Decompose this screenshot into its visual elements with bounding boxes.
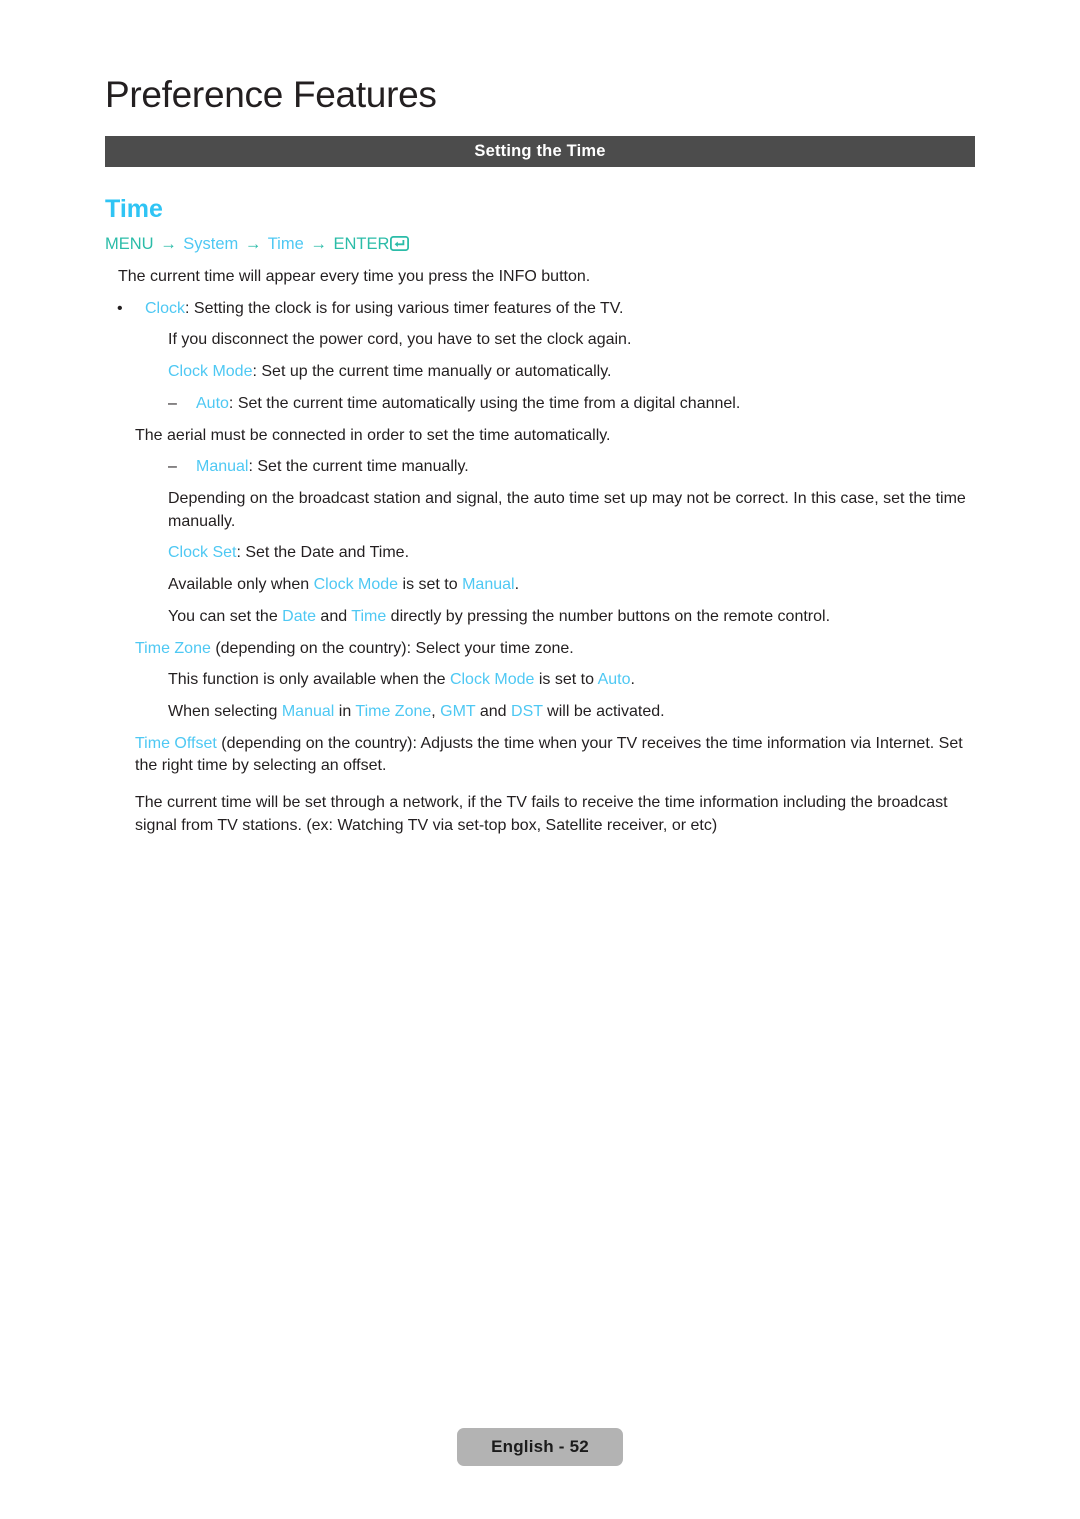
term-auto: Auto — [196, 394, 229, 412]
you-can-set-paragraph: You can set the Date and Time directly b… — [0, 606, 1080, 629]
page-footer: English - 52 — [0, 1428, 1080, 1466]
you-can-set-mid: and — [315, 607, 352, 625]
term-clock-set: Clock Set — [168, 544, 237, 562]
you-can-set-pre: You can set the — [168, 607, 283, 625]
menu-path-arrow-1: → — [160, 234, 177, 253]
term-gmt: GMT — [440, 703, 476, 720]
list-item-manual: – Manual: Set the current time manually. — [0, 456, 1080, 479]
section-header-bar: Setting the Time — [105, 136, 975, 167]
list-item-auto: – Auto: Set the current time automatical… — [0, 393, 1080, 416]
term-manual-2: Manual — [462, 576, 515, 594]
dash-marker-manual: – — [168, 458, 177, 476]
time-offset-paragraph: Time Offset (depending on the country): … — [0, 733, 1080, 778]
list-item-clock: • Clock: Setting the clock is for using … — [0, 298, 1080, 321]
term-clock: Clock — [145, 299, 186, 317]
menu-path: MENU → System → Time → ENTER — [0, 234, 1080, 255]
available-only-pre: Available only when — [168, 576, 314, 594]
term-clock-mode: Clock Mode — [168, 363, 253, 381]
section-header-label: Setting the Time — [474, 142, 606, 160]
this-function-pre: This function is only available when the — [168, 671, 450, 689]
bullet-marker: • — [117, 299, 123, 317]
menu-path-enter: ENTER — [333, 234, 390, 253]
menu-path-system: System — [183, 234, 239, 253]
list-item-auto-text: : Set the current time automatically usi… — [228, 394, 741, 412]
document-page: Preference Features Setting the Time Tim… — [0, 0, 1080, 1519]
menu-path-time: Time — [267, 234, 304, 253]
page-number-badge: English - 52 — [457, 1428, 623, 1466]
when-selecting-paragraph: When selecting Manual in Time Zone, GMT … — [0, 701, 1080, 724]
this-function-mid: is set to — [534, 671, 598, 689]
when-selecting-mid-2: , — [431, 703, 441, 720]
term-time: Time — [351, 607, 387, 625]
time-offset-text: (depending on the country): Adjusts the … — [135, 734, 963, 775]
clock-note-paragraph: If you disconnect the power cord, you ha… — [168, 331, 632, 349]
term-manual: Manual — [196, 458, 249, 476]
list-item-manual-text: : Set the current time manually. — [248, 458, 469, 476]
depending-note-paragraph: Depending on the broadcast station and s… — [168, 489, 966, 530]
term-manual-3: Manual — [281, 703, 335, 720]
aerial-note-paragraph: The aerial must be connected in order to… — [135, 426, 611, 444]
topic-heading: Time — [105, 195, 163, 223]
list-item-clock-text: : Setting the clock is for using various… — [185, 299, 624, 317]
available-only-post: . — [514, 576, 520, 594]
clock-set-paragraph: Clock Set: Set the Date and Time. — [0, 542, 1080, 565]
this-function-paragraph: This function is only available when the… — [0, 669, 1080, 692]
clock-mode-paragraph: Clock Mode: Set up the current time manu… — [0, 361, 1080, 384]
enter-return-icon — [390, 235, 410, 251]
term-time-zone: Time Zone — [135, 639, 211, 657]
time-zone-text: (depending on the country): Select your … — [210, 639, 574, 657]
you-can-set-post: directly by pressing the number buttons … — [386, 607, 831, 625]
term-clock-mode-3: Clock Mode — [449, 671, 535, 689]
available-only-mid: is set to — [398, 576, 463, 594]
when-selecting-mid-3: and — [475, 703, 512, 720]
term-dst: DST — [511, 703, 543, 720]
term-date: Date — [282, 607, 316, 625]
menu-path-arrow-3: → — [310, 234, 327, 253]
clock-set-text: : Set the Date and Time. — [236, 544, 410, 562]
term-clock-mode-2: Clock Mode — [313, 576, 399, 594]
page-content: Time MENU → System → Time → ENTER The cu… — [0, 195, 1080, 847]
chapter-title: Preference Features — [105, 74, 437, 115]
dash-marker-auto: – — [168, 394, 177, 412]
menu-path-menu: MENU — [105, 234, 154, 253]
term-time-offset: Time Offset — [135, 734, 217, 752]
clock-mode-text: : Set up the current time manually or au… — [252, 363, 612, 381]
when-selecting-mid-1: in — [334, 703, 356, 720]
time-zone-paragraph: Time Zone (depending on the country): Se… — [0, 638, 1080, 661]
network-note-paragraph: The current time will be set through a n… — [135, 794, 948, 834]
intro-paragraph: The current time will appear every time … — [118, 267, 591, 285]
term-time-zone-2: Time Zone — [355, 703, 432, 720]
when-selecting-pre: When selecting — [168, 703, 282, 720]
term-auto-2: Auto — [597, 671, 631, 689]
when-selecting-post: will be activated. — [542, 703, 665, 720]
this-function-post: . — [630, 671, 635, 689]
available-only-paragraph: Available only when Clock Mode is set to… — [0, 574, 1080, 597]
menu-path-arrow-2: → — [244, 234, 262, 253]
